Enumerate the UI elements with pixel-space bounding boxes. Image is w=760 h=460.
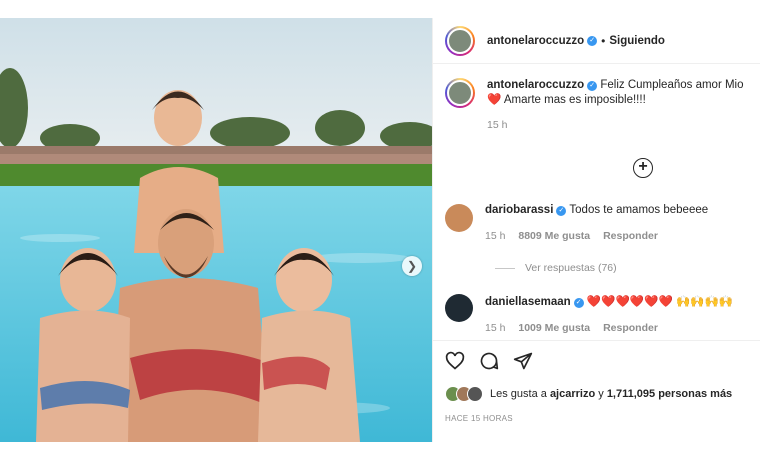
next-arrow-icon[interactable]: ❯ bbox=[402, 256, 422, 276]
action-bar bbox=[433, 340, 760, 380]
commenter-username[interactable]: daniellasemaan bbox=[485, 296, 571, 308]
post-photo[interactable]: ❯ bbox=[0, 18, 432, 442]
verified-icon: ✓ bbox=[587, 81, 598, 91]
share-icon[interactable] bbox=[513, 351, 533, 371]
view-replies-link[interactable]: Ver respuestas (76) bbox=[495, 262, 617, 274]
instagram-post: ❯ antonelaroccuzzo ✓ • Siguiendo antonel… bbox=[0, 18, 760, 442]
comment-icon[interactable] bbox=[479, 351, 499, 371]
comment-likes[interactable]: 1009 Me gusta bbox=[518, 322, 590, 334]
caption-avatar[interactable] bbox=[445, 78, 475, 108]
reply-button[interactable]: Responder bbox=[603, 322, 658, 334]
caption-username[interactable]: antonelaroccuzzo bbox=[487, 79, 584, 91]
comment-item: dariobarassi ✓ Todos te amamos bebeeee 15… bbox=[445, 204, 755, 242]
following-button[interactable]: Siguiendo bbox=[609, 35, 665, 47]
separator-dot: • bbox=[601, 33, 606, 48]
liker-avatar bbox=[467, 386, 483, 402]
comment-time: 15 h bbox=[485, 230, 506, 242]
caption-time: 15 h bbox=[487, 119, 508, 131]
add-comment-icon[interactable]: + bbox=[633, 158, 653, 178]
verified-icon: ✓ bbox=[556, 206, 567, 216]
verified-icon: ✓ bbox=[587, 35, 598, 46]
comment-likes[interactable]: 8809 Me gusta bbox=[518, 230, 590, 242]
comment-text: ❤️❤️❤️❤️❤️❤️ 🙌🙌🙌🙌 bbox=[586, 296, 734, 308]
commenter-avatar[interactable] bbox=[445, 204, 473, 232]
heart-icon[interactable] bbox=[445, 351, 465, 371]
author-username[interactable]: antonelaroccuzzo bbox=[487, 35, 584, 47]
post-timestamp: HACE 15 HORAS bbox=[445, 414, 513, 423]
post-sidebar: antonelaroccuzzo ✓ • Siguiendo antonelar… bbox=[432, 18, 760, 442]
commenter-avatar[interactable] bbox=[445, 294, 473, 322]
likes-text[interactable]: Les gusta a ajcarrizo y 1,711,095 person… bbox=[490, 388, 732, 400]
post-caption: antonelaroccuzzo ✓ Feliz Cumpleaños amor … bbox=[433, 64, 760, 133]
comment-item: daniellasemaan ✓ ❤️❤️❤️❤️❤️❤️ 🙌🙌🙌🙌 15 h 1… bbox=[445, 294, 755, 334]
commenter-username[interactable]: dariobarassi bbox=[485, 204, 553, 216]
reply-button[interactable]: Responder bbox=[603, 230, 658, 242]
verified-icon: ✓ bbox=[573, 298, 584, 308]
post-header: antonelaroccuzzo ✓ • Siguiendo bbox=[433, 18, 760, 64]
likes-summary: Les gusta a ajcarrizo y 1,711,095 person… bbox=[445, 386, 732, 402]
pool-photo-image bbox=[0, 18, 432, 442]
comment-time: 15 h bbox=[485, 322, 506, 334]
comment-text: Todos te amamos bebeeee bbox=[569, 204, 709, 216]
author-avatar[interactable] bbox=[445, 25, 475, 56]
